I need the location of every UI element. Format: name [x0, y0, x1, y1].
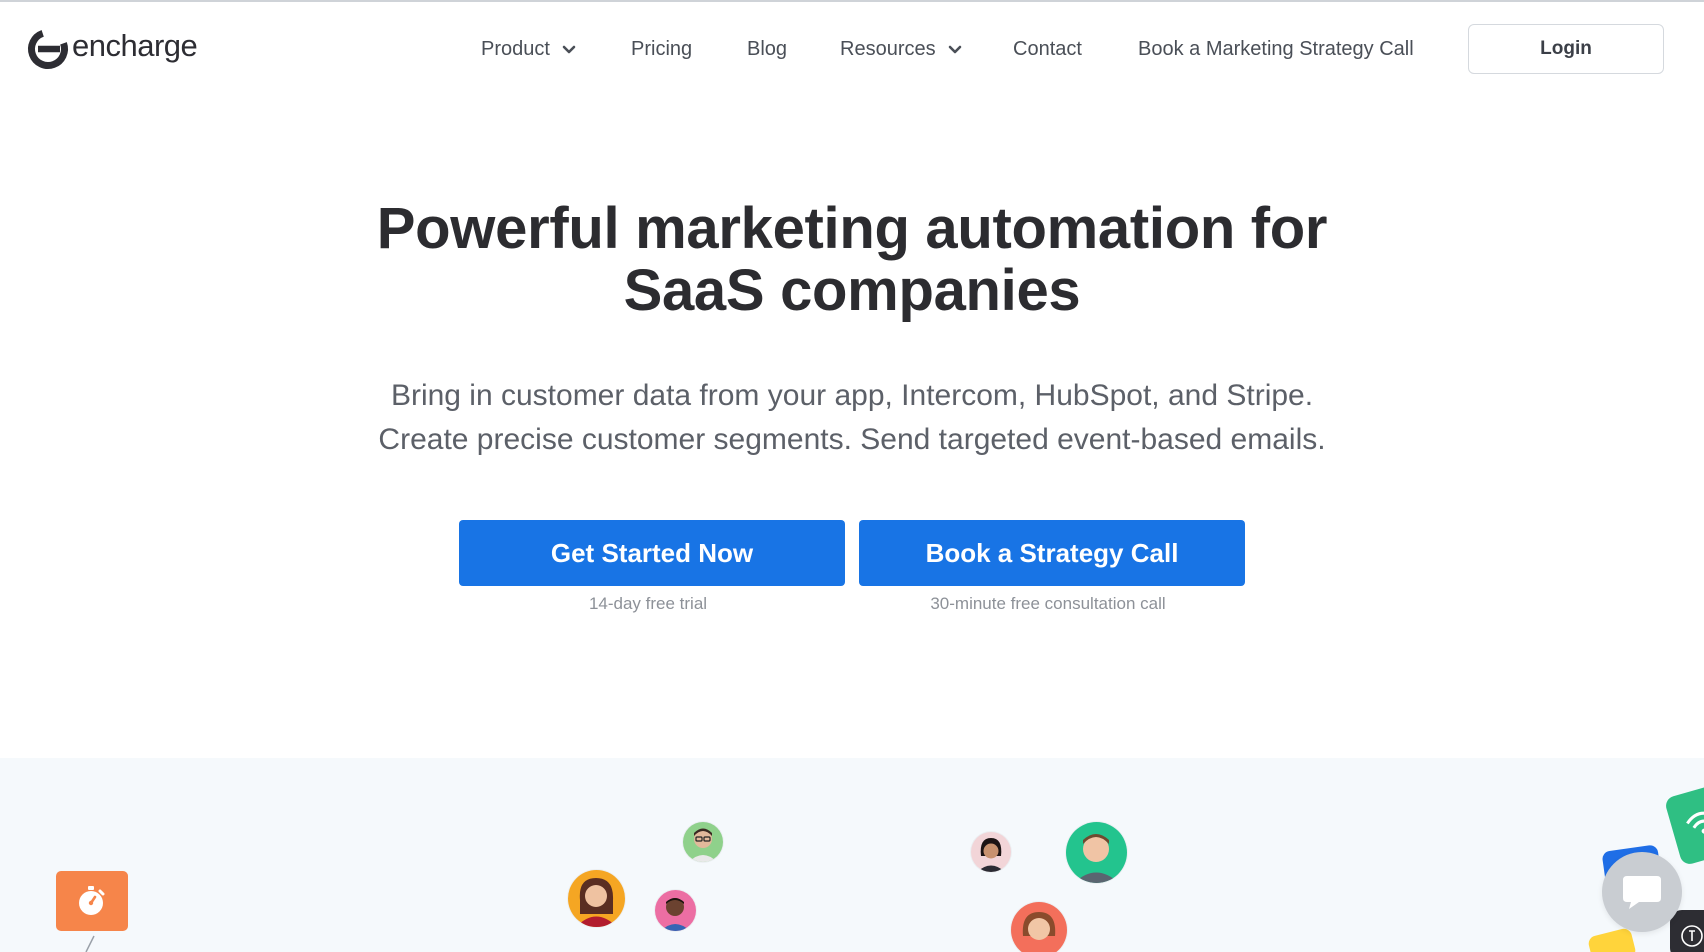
encharge-logo-icon — [28, 29, 68, 69]
hero-title-line-1: Powerful marketing automation for — [376, 196, 1328, 261]
hero-subtitle-line-2: Create precise customer segments. Send t… — [378, 423, 1326, 456]
nav-item-contact[interactable]: Contact — [1013, 38, 1082, 61]
brand-name: encharge — [72, 28, 198, 63]
consultation-note: 30-minute free consultation call — [930, 594, 1166, 613]
user-avatar — [655, 890, 696, 931]
user-avatar — [683, 822, 723, 862]
clock-icon — [1681, 925, 1703, 947]
nav-item-label: Product — [481, 38, 550, 60]
free-trial-note: 14-day free trial — [588, 594, 708, 613]
chevron-down-icon — [948, 45, 961, 53]
stopwatch-icon — [79, 886, 105, 915]
nav-item-label: Contact — [1013, 38, 1082, 60]
nav-item-resources[interactable]: Resources — [840, 38, 962, 61]
hero-subtitle-line-1: Bring in customer data from your app, In… — [390, 379, 1314, 412]
decorative-tile-yellow — [1587, 927, 1637, 952]
user-avatar — [971, 832, 1011, 872]
encharge-logo[interactable]: encharge — [26, 27, 198, 71]
nav-item-label: Resources — [840, 38, 936, 60]
decorative-tile-green — [1663, 779, 1704, 867]
get-started-button[interactable]: Get Started Now — [459, 520, 845, 586]
chat-widget-button[interactable] — [1602, 852, 1682, 932]
nav-item-label: Pricing — [631, 38, 693, 60]
nav-item-label: Book a Marketing Strategy Call — [1138, 38, 1414, 60]
illustration-band — [0, 758, 1704, 952]
user-avatar — [568, 870, 625, 927]
nav-item-label: Blog — [747, 38, 788, 60]
site-header: encharge Product Pricing Blog Resources … — [0, 2, 1704, 94]
hero-title-line-2: SaaS companies — [623, 258, 1081, 323]
user-avatar — [1066, 822, 1127, 883]
hero-subtitle: Bring in customer data from your app, In… — [0, 374, 1704, 462]
timer-tile — [56, 871, 128, 931]
nav-item-pricing[interactable]: Pricing — [631, 38, 692, 61]
login-button[interactable]: Login — [1468, 24, 1664, 74]
user-avatar — [1011, 902, 1067, 952]
hero-title: Powerful marketing automation for SaaS c… — [0, 198, 1704, 322]
chevron-down-icon — [562, 45, 576, 53]
decorative-tile-dark — [1670, 910, 1704, 952]
nav-item-blog[interactable]: Blog — [747, 38, 787, 61]
book-strategy-call-button[interactable]: Book a Strategy Call — [859, 520, 1245, 586]
nav-item-book-call[interactable]: Book a Marketing Strategy Call — [1138, 38, 1414, 61]
wifi-icon — [1686, 811, 1704, 834]
chat-icon — [1623, 876, 1661, 909]
connector-line — [85, 935, 95, 952]
nav-item-product[interactable]: Product — [481, 38, 576, 61]
